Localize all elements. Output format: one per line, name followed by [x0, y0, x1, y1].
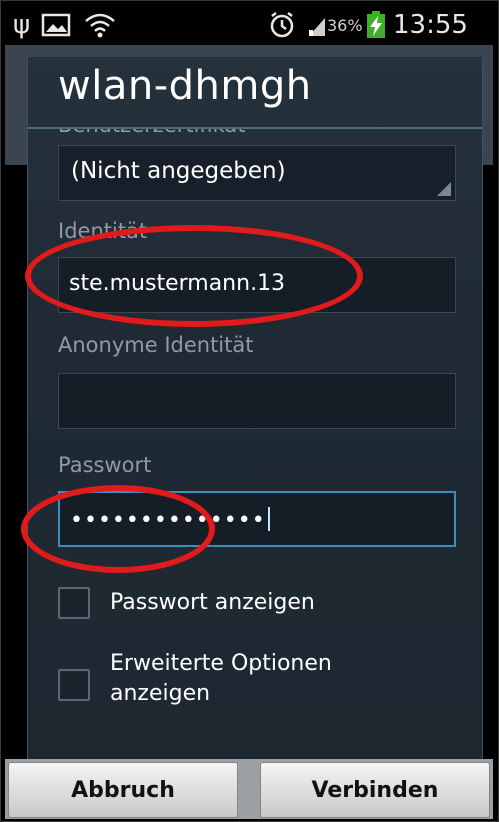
battery-charging-icon — [363, 5, 389, 45]
wifi-icon — [83, 5, 117, 45]
battery-percent: 36% — [327, 15, 363, 35]
dialog-scroll-area[interactable]: Benutzerzertifikat (Nicht angegeben) Ide… — [28, 129, 482, 759]
connect-button[interactable]: Verbinden — [260, 762, 490, 818]
password-label: Passwort — [58, 453, 152, 477]
advanced-options-label: Erweiterte Optionen anzeigen — [110, 649, 332, 709]
status-bar: ψ 36% 13:55 — [5, 5, 492, 45]
alarm-icon — [267, 5, 297, 45]
user-certificate-select[interactable]: (Nicht angegeben) — [58, 145, 456, 201]
identity-value: ste.mustermann.13 — [69, 271, 286, 296]
advanced-options-label-line2: anzeigen — [110, 681, 211, 706]
clock: 13:55 — [393, 10, 468, 40]
dropdown-arrow-icon — [437, 182, 451, 196]
show-password-row[interactable]: Passwort anzeigen — [58, 583, 456, 623]
show-password-checkbox[interactable] — [58, 587, 90, 619]
cancel-button[interactable]: Abbruch — [8, 762, 238, 818]
password-dots: •••••••••••••• — [70, 508, 266, 533]
identity-label: Identität — [58, 219, 148, 243]
user-certificate-value: (Nicht angegeben) — [71, 158, 286, 184]
text-cursor — [267, 507, 270, 531]
dialog-button-bar: Abbruch Verbinden — [5, 759, 493, 819]
anonymous-identity-label: Anonyme Identität — [58, 333, 254, 357]
screen: ψ 36% 13:55 wlan-dhmgh (Nicht angegeben)… — [0, 0, 499, 822]
password-field[interactable]: •••••••••••••• — [58, 491, 456, 547]
anonymous-identity-field[interactable] — [58, 373, 456, 429]
signal-icon — [307, 5, 327, 45]
advanced-options-label-line1: Erweiterte Optionen — [110, 651, 332, 676]
advanced-options-checkbox[interactable] — [58, 669, 90, 701]
dialog-title: wlan-dhmgh — [58, 63, 312, 109]
user-certificate-label: Benutzerzertifikat — [58, 129, 246, 137]
show-password-label: Passwort anzeigen — [110, 590, 315, 615]
image-icon — [41, 5, 71, 45]
wifi-connect-dialog: wlan-dhmgh Benutzerzertifikat (Nicht ang… — [27, 57, 483, 759]
advanced-options-row[interactable]: Erweiterte Optionen anzeigen — [58, 649, 456, 719]
password-value: •••••••••••••• — [70, 507, 270, 533]
identity-field[interactable]: ste.mustermann.13 — [58, 257, 456, 313]
usb-icon: ψ — [13, 10, 31, 40]
